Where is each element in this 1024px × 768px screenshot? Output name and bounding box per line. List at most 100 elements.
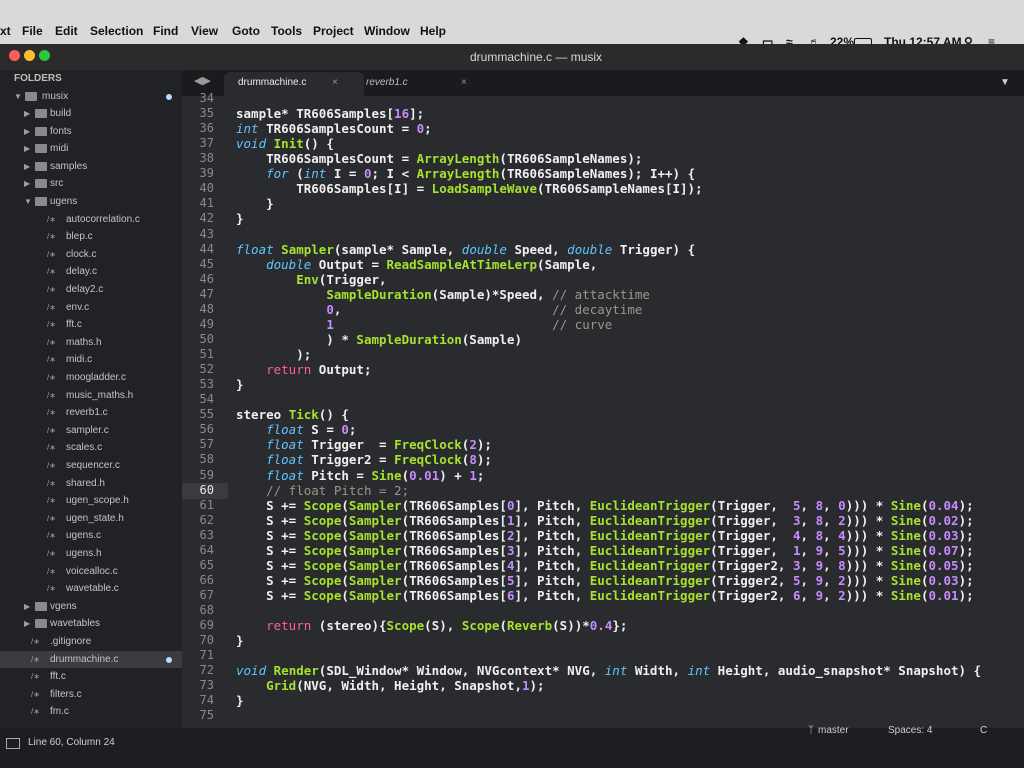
code-line[interactable]: stereo Tick() { (236, 407, 349, 422)
chevron-right-icon[interactable]: ▶ (24, 140, 34, 157)
tree-file[interactable]: /∗ sequencer.c (0, 457, 182, 474)
tree-file[interactable]: /∗ scales.c (0, 439, 182, 456)
menu-goto[interactable]: Goto (232, 24, 260, 38)
tab-overflow-icon[interactable]: ▼ (1000, 77, 1010, 88)
code-line[interactable]: S += Scope(Sampler(TR606Samples[0], Pitc… (236, 498, 974, 513)
code-line[interactable]: sample* TR606Samples[16]; (236, 106, 424, 121)
code-line[interactable]: S += Scope(Sampler(TR606Samples[6], Pitc… (236, 588, 974, 603)
minimize-window-button[interactable] (24, 50, 35, 61)
tree-file[interactable]: /∗ clock.c (0, 246, 182, 263)
menu-view[interactable]: View (191, 24, 218, 38)
code-line[interactable]: float S = 0; (236, 422, 356, 437)
tree-folder[interactable]: ▶ vgens (0, 598, 182, 615)
menu-find[interactable]: Find (153, 24, 178, 38)
chevron-down-icon[interactable]: ▼ (24, 193, 34, 210)
tree-file[interactable]: /∗ midi.c (0, 351, 182, 368)
code-line[interactable]: TR606Samples[I] = LoadSampleWave(TR606Sa… (236, 181, 702, 196)
code-line[interactable]: float Pitch = Sine(0.01) + 1; (236, 468, 484, 483)
tree-file[interactable]: /∗ sampler.c (0, 422, 182, 439)
code-line[interactable]: } (236, 377, 244, 392)
chevron-right-icon[interactable]: ▶ (24, 598, 34, 615)
chevron-right-icon[interactable]: ▶ (24, 158, 34, 175)
tree-file[interactable]: /∗ delay.c (0, 263, 182, 280)
code-line[interactable]: } (236, 633, 244, 648)
tree-file[interactable]: /∗ maths.h (0, 334, 182, 351)
menu-tools[interactable]: Tools (271, 24, 302, 38)
panel-toggle-icon[interactable] (6, 738, 20, 749)
close-window-button[interactable] (9, 50, 20, 61)
tree-file[interactable]: /∗ delay2.c (0, 281, 182, 298)
chevron-right-icon[interactable]: ▶ (24, 105, 34, 122)
tree-file[interactable]: /∗ wavetable.c (0, 580, 182, 597)
code-line[interactable]: S += Scope(Sampler(TR606Samples[4], Pitc… (236, 558, 974, 573)
tree-folder[interactable]: ▶ build (0, 105, 182, 122)
code-line[interactable]: float Trigger = FreqClock(2); (236, 437, 492, 452)
tree-folder[interactable]: ▶ samples (0, 158, 182, 175)
tree-folder[interactable]: ▼ ugens (0, 193, 182, 210)
code-line[interactable]: ) * SampleDuration(Sample) (236, 332, 522, 347)
code-line[interactable]: float Sampler(sample* Sample, double Spe… (236, 242, 695, 257)
tree-file[interactable]: /∗ music_maths.h (0, 387, 182, 404)
code-line[interactable]: double Output = ReadSampleAtTimeLerp(Sam… (236, 257, 597, 272)
tree-file[interactable]: /∗ autocorrelation.c (0, 211, 182, 228)
chevron-right-icon[interactable]: ▶ (24, 615, 34, 632)
code-line[interactable]: ); (236, 347, 311, 362)
tree-file[interactable]: /∗ ugens.c (0, 527, 182, 544)
code-line[interactable]: Grid(NVG, Width, Height, Snapshot,1); (236, 678, 544, 693)
tree-folder[interactable]: ▶ wavetables (0, 615, 182, 632)
code-line[interactable]: void Render(SDL_Window* Window, NVGconte… (236, 663, 981, 678)
code-line[interactable]: Env(Trigger, (236, 272, 386, 287)
tree-file[interactable]: /∗ moogladder.c (0, 369, 182, 386)
tree-file[interactable]: /∗ ugen_state.h (0, 510, 182, 527)
tab-close-icon[interactable]: × (461, 72, 467, 94)
code-line[interactable]: } (236, 693, 244, 708)
code-line[interactable]: return Output; (236, 362, 371, 377)
code-line[interactable]: 1 // curve (236, 317, 612, 332)
app-menu[interactable]: xt (0, 24, 11, 38)
code-line[interactable]: 0, // decaytime (236, 302, 642, 317)
code-line[interactable]: S += Scope(Sampler(TR606Samples[2], Pitc… (236, 528, 974, 543)
code-line[interactable]: float Trigger2 = FreqClock(8); (236, 452, 492, 467)
menu-project[interactable]: Project (313, 24, 354, 38)
zoom-window-button[interactable] (39, 50, 50, 61)
tree-folder[interactable]: ▶ midi (0, 140, 182, 157)
code-line[interactable]: // float Pitch = 2; (236, 483, 409, 498)
code-line[interactable]: return (stereo){Scope(S), Scope(Reverb(S… (236, 618, 627, 633)
tree-file[interactable]: /∗ blep.c (0, 228, 182, 245)
menu-file[interactable]: File (22, 24, 43, 38)
syntax-setting[interactable]: C (980, 725, 987, 736)
tree-file[interactable]: /∗ ugens.h (0, 545, 182, 562)
tree-folder[interactable]: ▶ fonts (0, 123, 182, 140)
tree-file[interactable]: /∗ shared.h (0, 475, 182, 492)
code-line[interactable]: int TR606SamplesCount = 0; (236, 121, 432, 136)
tab-reverb1[interactable]: reverb1.c × (366, 72, 486, 96)
code-line[interactable]: SampleDuration(Sample)*Speed, // attackt… (236, 287, 650, 302)
tree-file[interactable]: /∗ env.c (0, 299, 182, 316)
menu-edit[interactable]: Edit (55, 24, 78, 38)
menu-selection[interactable]: Selection (90, 24, 143, 38)
tree-folder[interactable]: ▶ src (0, 175, 182, 192)
menu-help[interactable]: Help (420, 24, 446, 38)
tree-root-musix[interactable]: ▼ musix (0, 88, 182, 105)
code-line[interactable]: TR606SamplesCount = ArrayLength(TR606Sam… (236, 151, 642, 166)
tab-nav-arrows-icon[interactable]: ◀▶ (194, 74, 211, 87)
code-line[interactable]: S += Scope(Sampler(TR606Samples[3], Pitc… (236, 543, 974, 558)
chevron-right-icon[interactable]: ▶ (24, 123, 34, 140)
code-line[interactable]: for (int I = 0; I < ArrayLength(TR606Sam… (236, 166, 695, 181)
tree-file[interactable]: /∗ ugen_scope.h (0, 492, 182, 509)
tree-file[interactable]: /∗ fft.c (0, 316, 182, 333)
indentation-setting[interactable]: Spaces: 4 (888, 725, 932, 736)
tree-file[interactable]: /∗ .gitignore (0, 633, 182, 650)
code-line[interactable]: } (236, 196, 274, 211)
tree-file[interactable]: /∗ fm.c (0, 703, 182, 720)
code-line[interactable]: S += Scope(Sampler(TR606Samples[5], Pitc… (236, 573, 974, 588)
code-line[interactable]: void Init() { (236, 136, 334, 151)
git-branch[interactable]: master (818, 725, 849, 736)
tab-drummachine[interactable]: drummachine.c × (224, 72, 364, 96)
tree-file[interactable]: /∗ voicealloc.c (0, 563, 182, 580)
menu-window[interactable]: Window (364, 24, 410, 38)
tab-close-icon[interactable]: × (332, 72, 338, 94)
tree-file[interactable]: /∗ fft.c (0, 668, 182, 685)
tree-file[interactable]: /∗ reverb1.c (0, 404, 182, 421)
tree-file[interactable]: /∗ drummachine.c (0, 650, 182, 668)
